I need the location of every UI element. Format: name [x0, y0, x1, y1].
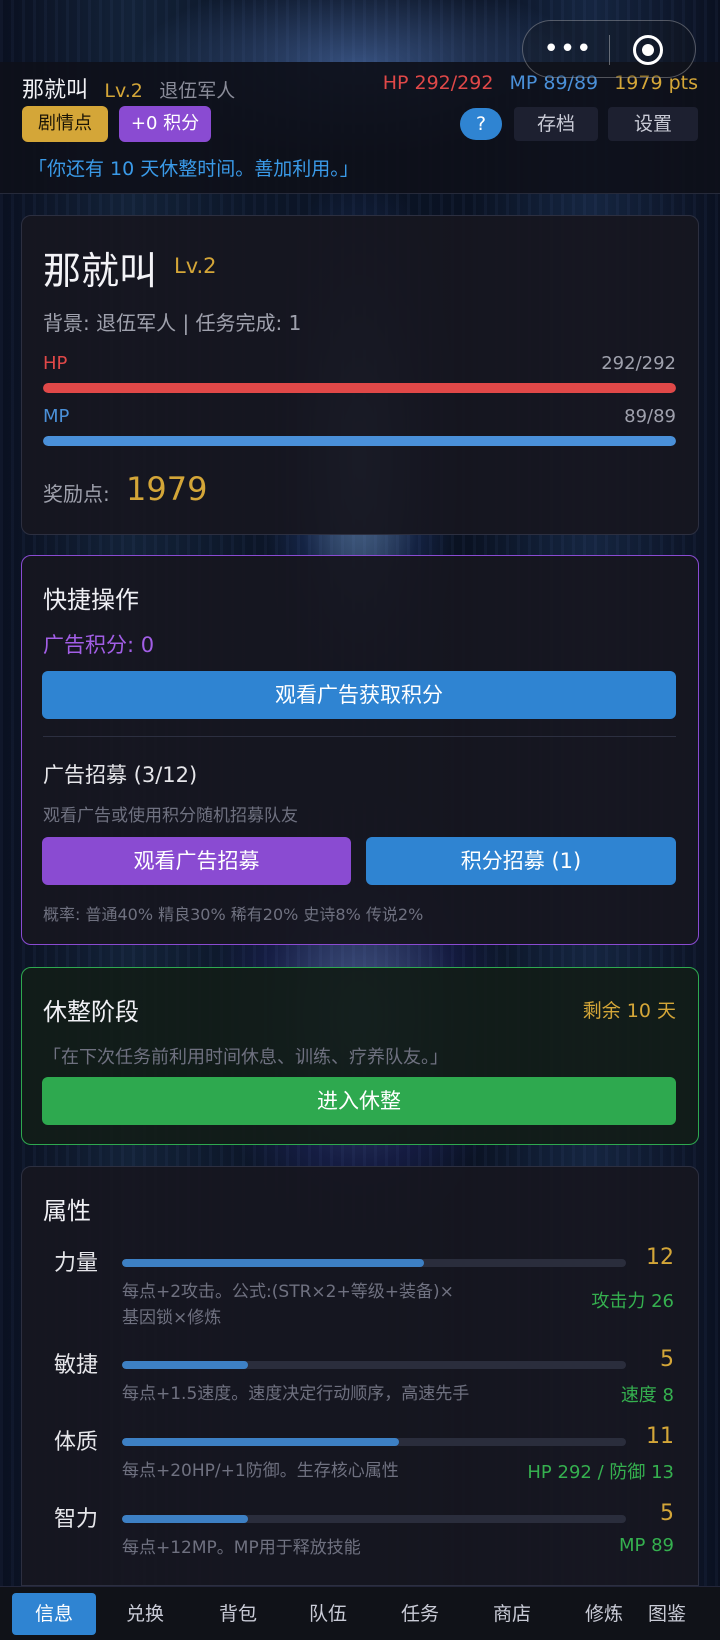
enter-rest-button[interactable]: 进入休整: [42, 1077, 676, 1125]
rest-phase-card: 休整阶段 剩余 10 天 「在下次任务前利用时间休息、训练、疗养队友。」 进入休…: [21, 967, 699, 1145]
bottom-nav: 信息 兑换 背包 队伍 任务 商店 修炼 图鉴: [0, 1586, 720, 1640]
miniprogram-capsule[interactable]: •••: [522, 20, 696, 78]
attribute-desc: 每点+12MP。MP用于释放技能: [122, 1538, 361, 1558]
attribute-name: 力量: [54, 1251, 99, 1276]
mp-value: 89/89: [624, 406, 676, 427]
attribute-bar-fill: [122, 1259, 425, 1267]
attribute-bar-fill: [122, 1515, 248, 1523]
attribute-desc: 每点+1.5速度。速度决定行动顺序，高速先手: [122, 1384, 470, 1404]
attribute-effect: MP 89: [618, 1535, 674, 1556]
nav-tab-missions[interactable]: 任务: [378, 1593, 462, 1635]
attribute-bar: [122, 1438, 626, 1446]
attribute-bar-fill: [122, 1438, 400, 1446]
capsule-divider: [609, 35, 610, 65]
character-card: 那就叫 Lv.2 背景: 退伍军人 | 任务完成: 1 HP 292/292 M…: [21, 215, 699, 535]
close-target-icon[interactable]: [633, 35, 663, 65]
character-meta: 背景: 退伍军人 | 任务完成: 1: [43, 311, 302, 335]
plot-points-chip[interactable]: 剧情点: [22, 106, 108, 142]
attribute-name: 智力: [54, 1507, 99, 1532]
header-hp: HP 292/292: [382, 72, 494, 94]
mp-bar-fill: [43, 436, 676, 446]
rest-notice: 「你还有 10 天休整时间。善加利用。」: [28, 158, 359, 180]
nav-tab-team[interactable]: 队伍: [286, 1593, 370, 1635]
attribute-value: 5: [660, 1501, 674, 1526]
attribute-value: 12: [646, 1245, 674, 1270]
attribute-value: 11: [646, 1424, 674, 1449]
player-name: 那就叫: [22, 78, 89, 103]
section-divider: [43, 736, 676, 737]
attribute-bar-fill: [122, 1361, 248, 1369]
recruit-rates: 概率: 普通40% 精良30% 稀有20% 史诗8% 传说2%: [43, 905, 424, 924]
app-root: ••• 那就叫 Lv.2 退伍军人 HP 292/292 MP 89/89 19…: [0, 0, 720, 1640]
attribute-effect: HP 292 / 防御 13: [527, 1462, 674, 1483]
nav-tab-training[interactable]: 修炼: [562, 1593, 646, 1635]
settings-button[interactable]: 设置: [608, 107, 698, 141]
character-level: Lv.2: [174, 254, 217, 278]
top-status-bar: 那就叫 Lv.2 退伍军人 HP 292/292 MP 89/89 1979 p…: [0, 62, 720, 194]
attribute-name: 敏捷: [54, 1353, 99, 1378]
quick-actions-title: 快捷操作: [43, 586, 139, 614]
header-actions: 剧情点 +0 积分 ? 存档 设置: [22, 106, 698, 144]
attribute-desc: 每点+2攻击。公式:(STR×2+等级+装备)×基因锁×修炼: [122, 1282, 454, 1328]
hp-bar-fill: [43, 383, 676, 393]
mp-bar: [43, 436, 676, 446]
player-level: Lv.2: [104, 80, 143, 102]
nav-tab-info[interactable]: 信息: [12, 1593, 96, 1635]
attribute-effect: 攻击力 26: [591, 1291, 674, 1312]
attributes-card: 属性 力量 12 每点+2攻击。公式:(STR×2+等级+装备)×基因锁×修炼 …: [21, 1166, 699, 1586]
attribute-name: 体质: [54, 1430, 99, 1455]
attribute-bar: [122, 1361, 626, 1369]
attribute-bar: [122, 1515, 626, 1523]
hp-value: 292/292: [601, 353, 676, 374]
watch-ad-button[interactable]: 观看广告获取积分: [42, 671, 676, 719]
bonus-points-chip[interactable]: +0 积分: [119, 106, 211, 142]
recruit-hint: 观看广告或使用积分随机招募队友: [43, 806, 298, 826]
attributes-title: 属性: [43, 1197, 91, 1225]
more-icon[interactable]: •••: [543, 34, 593, 64]
quick-actions-card: 快捷操作 广告积分: 0 观看广告获取积分 广告招募 (3/12) 观看广告或使…: [21, 555, 699, 945]
help-button[interactable]: ?: [460, 108, 502, 140]
nav-tab-shop[interactable]: 商店: [470, 1593, 554, 1635]
attribute-effect: 速度 8: [620, 1385, 674, 1406]
attribute-desc: 每点+20HP/+1防御。生存核心属性: [122, 1461, 399, 1481]
ad-recruit-button[interactable]: 观看广告招募: [42, 837, 351, 885]
nav-tab-exchange[interactable]: 兑换: [103, 1593, 187, 1635]
reward-label: 奖励点:: [43, 482, 110, 506]
ad-points: 广告积分: 0: [43, 633, 155, 657]
points-recruit-button[interactable]: 积分招募 (1): [366, 837, 676, 885]
hp-label: HP: [43, 353, 68, 374]
player-background: 退伍军人: [159, 80, 236, 102]
nav-tab-backpack[interactable]: 背包: [196, 1593, 280, 1635]
rest-title: 休整阶段: [43, 998, 139, 1026]
rest-quote: 「在下次任务前利用时间休息、训练、疗养队友。」: [43, 1047, 448, 1068]
attribute-value: 5: [660, 1347, 674, 1372]
save-button[interactable]: 存档: [514, 107, 598, 141]
recruit-title: 广告招募 (3/12): [43, 763, 198, 787]
reward-value: 1979: [126, 470, 208, 508]
attribute-bar: [122, 1259, 626, 1267]
nav-tab-codex[interactable]: 图鉴: [640, 1593, 720, 1635]
character-name: 那就叫: [43, 249, 158, 293]
mp-label: MP: [43, 406, 70, 427]
hp-bar: [43, 383, 676, 393]
rest-remaining: 剩余 10 天: [582, 1000, 676, 1022]
